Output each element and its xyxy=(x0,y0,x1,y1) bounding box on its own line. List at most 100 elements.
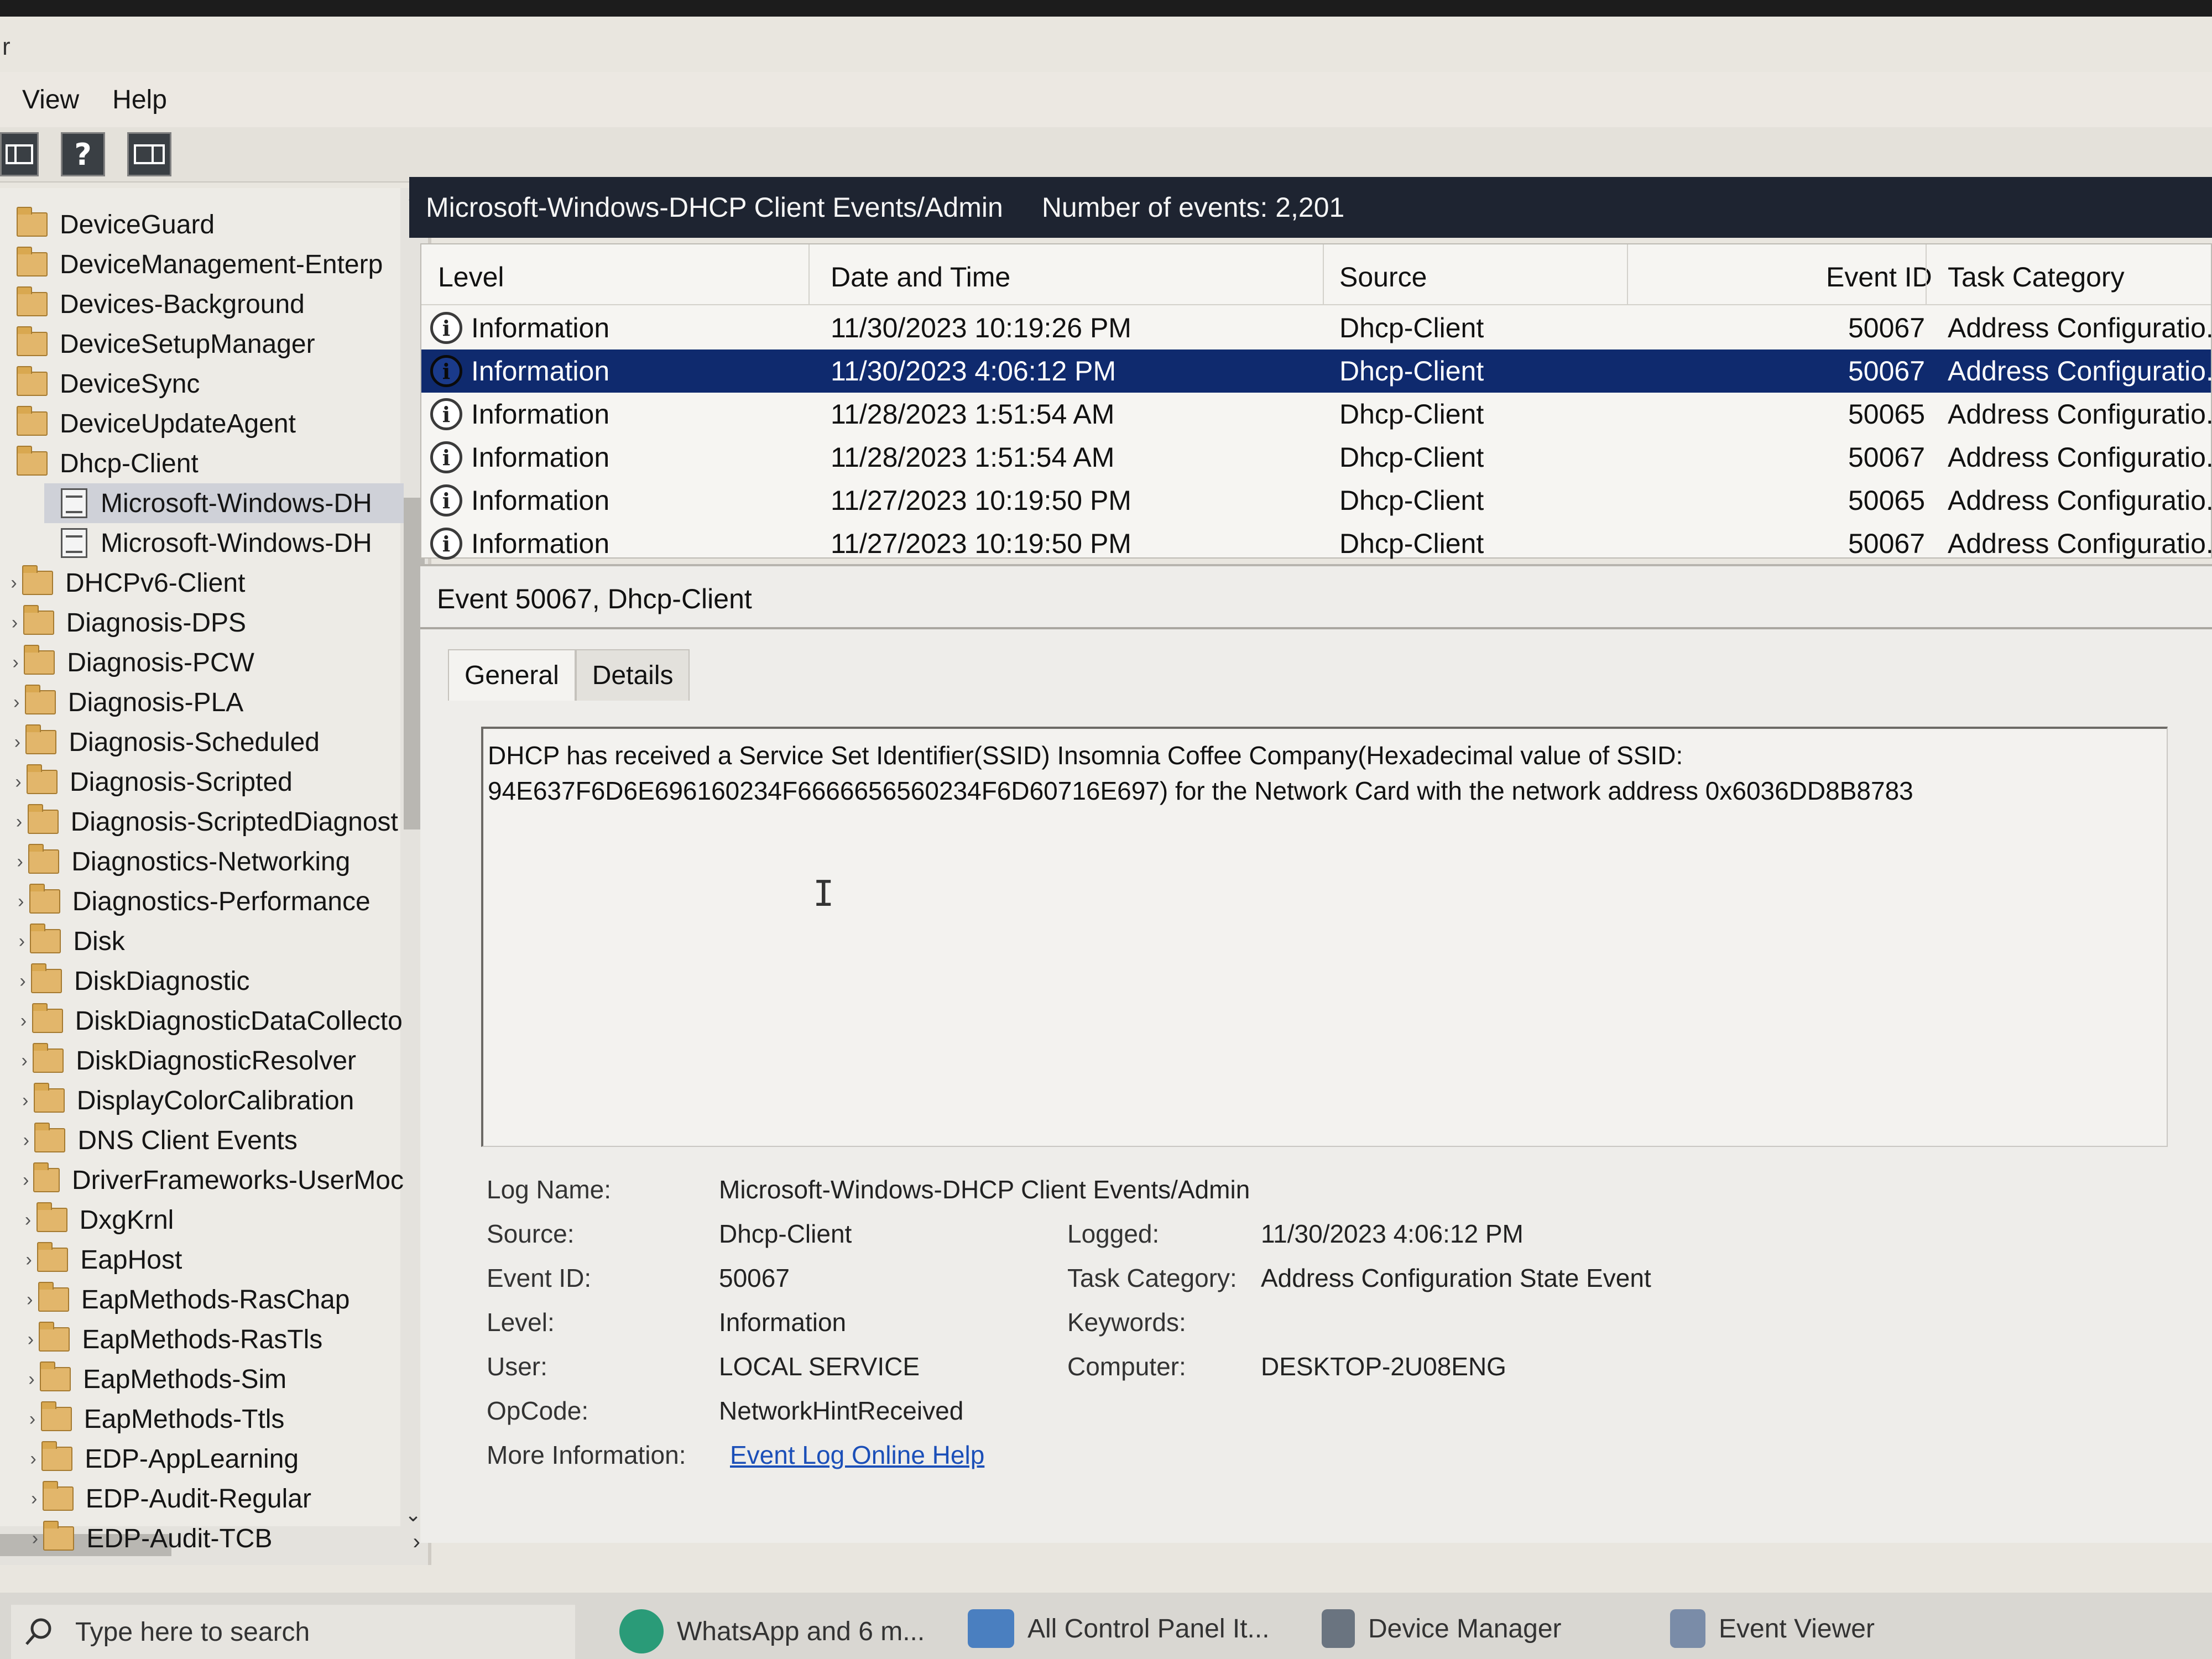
chevron-right-icon[interactable]: › xyxy=(13,931,30,952)
tree-folder-item[interactable]: Devices-Background xyxy=(0,284,404,324)
column-divider[interactable] xyxy=(1323,244,1324,305)
column-divider[interactable] xyxy=(1627,244,1628,305)
tree-folder-item[interactable]: DeviceUpdateAgent xyxy=(0,404,404,444)
scroll-right-icon[interactable]: › xyxy=(413,1530,420,1554)
tree-folder-item[interactable]: DeviceSync xyxy=(0,364,404,404)
chevron-right-icon[interactable]: › xyxy=(9,732,25,753)
event-log-online-help-link[interactable]: Event Log Online Help xyxy=(730,1440,984,1470)
event-row[interactable]: i Information 11/28/2023 1:51:54 AM Dhcp-Cl… xyxy=(421,393,2212,436)
tree-folder-item[interactable]: › EapMethods-Sim xyxy=(23,1359,404,1399)
tree-folder-item[interactable]: › Diagnostics-Networking xyxy=(12,842,404,881)
show-hide-console-tree-button[interactable] xyxy=(0,132,39,176)
taskbar-app-event-viewer[interactable]: Event Viewer xyxy=(1670,1609,1875,1648)
tree-folder-item[interactable]: Dhcp-Client xyxy=(0,444,404,483)
taskbar-app-label: Device Manager xyxy=(1368,1614,1562,1644)
tab-details[interactable]: Details xyxy=(575,649,690,701)
event-row[interactable]: i Information 11/30/2023 10:19:26 PM Dhcp-C… xyxy=(421,306,2212,349)
tree-folder-item[interactable]: › DHCPv6-Client xyxy=(6,563,404,603)
chevron-right-icon[interactable]: › xyxy=(27,1528,43,1550)
tree-folder-item[interactable]: › Diagnosis-Scripted xyxy=(10,762,404,802)
taskbar-app-control-panel[interactable]: All Control Panel It... xyxy=(968,1609,1270,1648)
tree-folder-item[interactable]: › Diagnosis-PLA xyxy=(8,682,404,722)
chevron-right-icon[interactable]: › xyxy=(14,971,31,992)
column-task-category[interactable]: Task Category xyxy=(1948,261,2125,293)
folder-icon xyxy=(31,963,62,993)
event-row[interactable]: i Information 11/27/2023 10:19:50 PM Dhcp-C… xyxy=(421,522,2212,565)
chevron-right-icon[interactable]: › xyxy=(10,771,27,793)
chevron-right-icon[interactable]: › xyxy=(26,1488,43,1510)
folder-icon xyxy=(28,844,60,874)
chevron-right-icon[interactable]: › xyxy=(11,811,28,833)
event-row[interactable]: i Information 11/27/2023 10:19:50 PM Dhcp-C… xyxy=(421,479,2212,522)
tree-folder-item[interactable]: › EDP-AppLearning xyxy=(25,1439,404,1479)
tree-log-item[interactable]: Microsoft-Windows-DH xyxy=(44,523,404,563)
column-divider[interactable] xyxy=(808,244,810,305)
column-event-id[interactable]: Event ID xyxy=(1826,261,1932,293)
event-row[interactable]: i Information 11/30/2023 4:06:12 PM Dhcp-Cl… xyxy=(421,349,2212,393)
column-divider[interactable] xyxy=(1926,244,1927,305)
chevron-right-icon[interactable]: › xyxy=(8,692,25,713)
scroll-down-icon[interactable]: ⌄ xyxy=(405,1503,421,1526)
chevron-right-icon[interactable]: › xyxy=(20,1209,36,1231)
chevron-right-icon[interactable]: › xyxy=(23,1369,40,1390)
chevron-right-icon[interactable]: › xyxy=(20,1249,37,1271)
column-date-time[interactable]: Date and Time xyxy=(831,261,1010,293)
chevron-right-icon[interactable]: › xyxy=(18,1130,34,1151)
event-viewer-icon xyxy=(1670,1609,1705,1648)
column-source[interactable]: Source xyxy=(1339,261,1427,293)
chevron-right-icon[interactable]: › xyxy=(16,1050,33,1072)
chevron-right-icon[interactable]: › xyxy=(7,612,23,634)
tree-folder-item[interactable]: DeviceGuard xyxy=(0,205,404,244)
menu-view[interactable]: View xyxy=(22,85,79,115)
chevron-right-icon[interactable]: › xyxy=(12,851,28,873)
tree-folder-item[interactable]: DeviceSetupManager xyxy=(0,324,404,364)
chevron-right-icon[interactable]: › xyxy=(6,572,22,594)
tree-folder-item[interactable]: › DNS Client Events xyxy=(18,1120,404,1160)
tree-folder-item[interactable]: › DisplayColorCalibration xyxy=(17,1081,404,1120)
taskbar-search[interactable]: Type here to search xyxy=(11,1605,575,1659)
chevron-right-icon[interactable]: › xyxy=(19,1170,33,1191)
column-level[interactable]: Level xyxy=(438,261,504,293)
tree-folder-item[interactable]: DeviceManagement-Enterp xyxy=(0,244,404,284)
help-button[interactable]: ? xyxy=(61,132,105,176)
chevron-right-icon[interactable]: › xyxy=(17,1090,34,1112)
tree-folder-item[interactable]: › Diagnosis-DPS xyxy=(7,603,404,643)
taskbar-app-device-manager[interactable]: Device Manager xyxy=(1322,1609,1562,1648)
tree-log-item[interactable]: Microsoft-Windows-DH xyxy=(44,483,404,523)
tree-folder-item[interactable]: › Disk xyxy=(13,921,404,961)
chevron-right-icon[interactable]: › xyxy=(22,1289,38,1311)
menu-help[interactable]: Help xyxy=(112,85,167,115)
tree-folder-item[interactable]: › Diagnosis-Scheduled xyxy=(9,722,404,762)
folder-icon xyxy=(39,1322,70,1352)
tree-item-label: Microsoft-Windows-DH xyxy=(101,488,372,518)
tree-folder-item[interactable]: › DiskDiagnosticResolver xyxy=(16,1041,404,1081)
tree-folder-item[interactable]: › EDP-Audit-Regular xyxy=(26,1479,404,1519)
tree-folder-item[interactable]: › DiskDiagnostic xyxy=(14,961,404,1001)
chevron-right-icon[interactable]: › xyxy=(15,1010,32,1032)
tree-folder-item[interactable]: › EapMethods-Ttls xyxy=(24,1399,404,1439)
tree-folder-item[interactable]: › EapHost xyxy=(20,1240,404,1280)
tree-folder-item[interactable]: › Diagnosis-PCW xyxy=(7,643,404,682)
tree-folder-item[interactable]: › DriverFrameworks-UserMoc xyxy=(19,1160,404,1200)
folder-icon xyxy=(33,1083,65,1113)
tree-folder-item[interactable]: › Diagnostics-Performance xyxy=(13,881,404,921)
label-keywords: Keywords: xyxy=(1067,1308,1186,1337)
chevron-right-icon[interactable]: › xyxy=(24,1408,41,1430)
taskbar-app-whatsapp[interactable]: WhatsApp and 6 m... xyxy=(619,1609,925,1653)
chevron-right-icon[interactable]: › xyxy=(25,1448,41,1470)
tree-folder-item[interactable]: › EDP-Audit-TCB xyxy=(27,1519,404,1558)
tree-folder-item[interactable]: › EapMethods-RasChap xyxy=(22,1280,404,1319)
tab-general[interactable]: General xyxy=(448,649,576,701)
event-description[interactable]: DHCP has received a Service Set Identifi… xyxy=(481,727,2168,1147)
cell-event-id: 50067 xyxy=(1848,356,1926,387)
tree-folder-item[interactable]: › DxgKrnl xyxy=(20,1200,404,1240)
chevron-right-icon[interactable]: › xyxy=(7,652,24,674)
chevron-right-icon[interactable]: › xyxy=(22,1329,39,1350)
chevron-right-icon[interactable]: › xyxy=(13,891,29,912)
show-hide-action-pane-button[interactable] xyxy=(127,132,171,176)
tree-folder-item[interactable]: › Diagnosis-ScriptedDiagnost xyxy=(11,802,404,842)
event-row[interactable]: i Information 11/28/2023 1:51:54 AM Dhcp-Cl… xyxy=(421,436,2212,479)
tree-folder-item[interactable]: › DiskDiagnosticDataCollecto xyxy=(15,1001,404,1041)
tree-folder-item[interactable]: › EapMethods-RasTls xyxy=(22,1319,404,1359)
tree-item-label: Diagnosis-PLA xyxy=(67,687,244,717)
